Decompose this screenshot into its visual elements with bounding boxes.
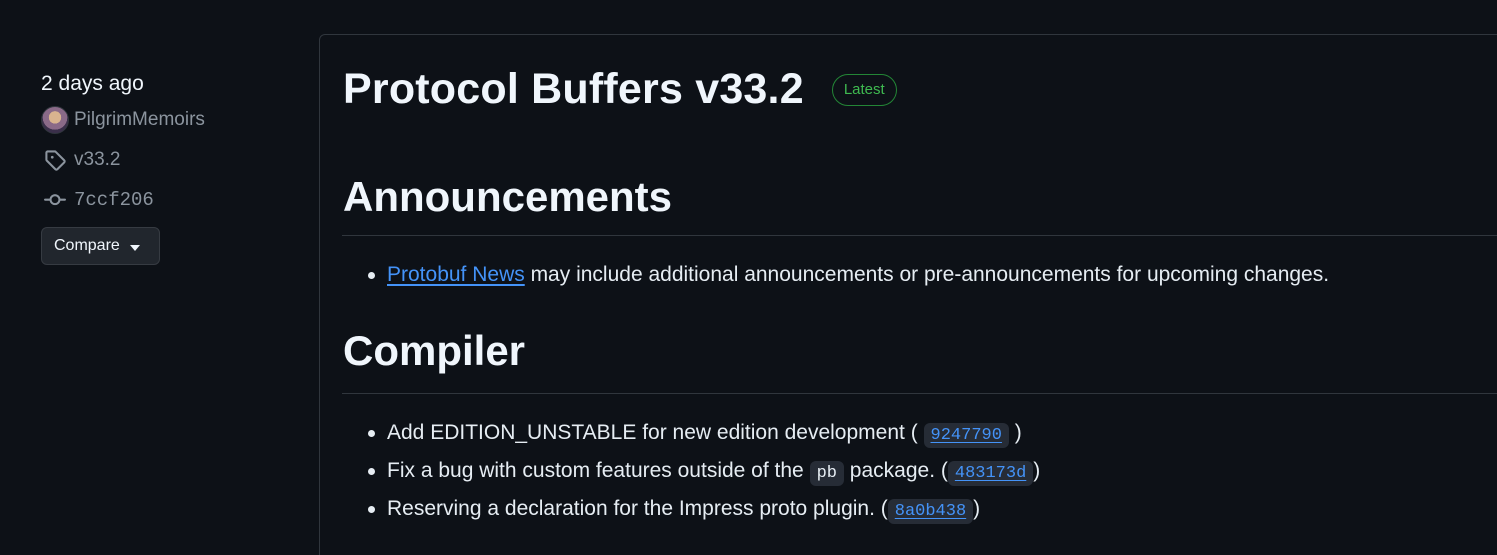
list-item: Add EDITION_UNSTABLE for new edition dev… bbox=[367, 417, 1040, 455]
compare-label: Compare bbox=[54, 237, 120, 254]
compare-button[interactable]: Compare bbox=[41, 227, 160, 265]
author-name[interactable]: PilgrimMemoirs bbox=[74, 109, 205, 131]
compiler-heading: Compiler bbox=[343, 327, 526, 374]
list-item-text: ) bbox=[1014, 421, 1022, 444]
commit-link[interactable]: 9247790 bbox=[931, 426, 1002, 445]
divider bbox=[342, 235, 1497, 236]
commit-link[interactable]: 8a0b438 bbox=[895, 502, 966, 521]
list-item-text: may include additional announcements or … bbox=[524, 263, 1330, 286]
divider bbox=[342, 393, 1497, 394]
list-item-text: package. ( bbox=[843, 459, 948, 482]
release-header: Protocol Buffers v33.2 Latest bbox=[343, 65, 897, 114]
tag-row[interactable]: v33.2 bbox=[41, 140, 281, 180]
announcements-heading: Announcements bbox=[343, 173, 673, 220]
release-page: 2 days ago PilgrimMemoirs v33.2 7ccf206 … bbox=[0, 0, 1497, 555]
commit-link[interactable]: 483173d bbox=[955, 464, 1026, 483]
list-item: Reserving a declaration for the Impress … bbox=[367, 493, 1040, 531]
commit-icon bbox=[41, 186, 69, 214]
author-avatar[interactable] bbox=[41, 106, 69, 134]
list-item: Fix a bug with custom features outside o… bbox=[367, 455, 1041, 493]
announcements-list: Protobuf News may include additional ann… bbox=[367, 259, 1330, 297]
caret-down-icon bbox=[129, 244, 140, 251]
protobuf-news-link[interactable]: Protobuf News bbox=[387, 263, 525, 286]
tag-name[interactable]: v33.2 bbox=[74, 149, 120, 171]
release-sidebar: 2 days ago PilgrimMemoirs v33.2 7ccf206 … bbox=[41, 70, 281, 265]
list-item-text: Add EDITION_UNSTABLE for new edition dev… bbox=[387, 421, 918, 444]
list-item: Protobuf News may include additional ann… bbox=[367, 259, 1330, 297]
release-date: 2 days ago bbox=[41, 72, 144, 95]
list-item-text: ) bbox=[973, 497, 981, 520]
commit-row[interactable]: 7ccf206 bbox=[41, 180, 281, 220]
list-item-text: Reserving a declaration for the Impress … bbox=[387, 497, 888, 520]
author-row[interactable]: PilgrimMemoirs bbox=[41, 100, 281, 140]
commit-sha[interactable]: 7ccf206 bbox=[74, 189, 154, 211]
release-title[interactable]: Protocol Buffers v33.2 bbox=[343, 65, 804, 114]
compiler-list: Add EDITION_UNSTABLE for new edition dev… bbox=[367, 417, 1041, 531]
inline-code: pb bbox=[809, 461, 844, 486]
release-card: Protocol Buffers v33.2 Latest Announceme… bbox=[319, 34, 1497, 555]
tag-icon bbox=[41, 146, 69, 174]
latest-badge: Latest bbox=[831, 73, 897, 106]
list-item-text: Fix a bug with custom features outside o… bbox=[387, 459, 810, 482]
list-item-text: ) bbox=[1033, 459, 1041, 482]
